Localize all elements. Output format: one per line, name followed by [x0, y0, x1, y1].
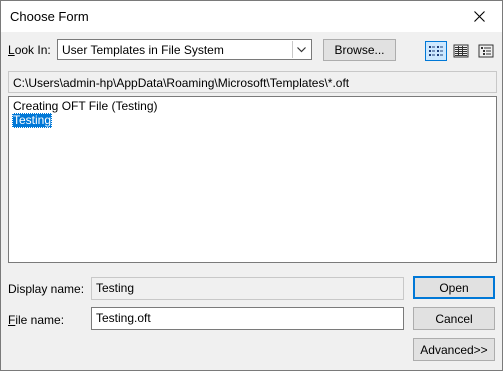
look-in-label: Look In:: [8, 43, 51, 57]
browse-button[interactable]: Browse...: [323, 39, 396, 61]
list-view-button[interactable]: [425, 41, 447, 61]
open-button-label: Open: [439, 280, 469, 295]
title-bar: Choose Form: [1, 1, 502, 32]
list-item-selected[interactable]: Testing: [12, 113, 53, 128]
advanced-button[interactable]: Advanced>>: [413, 338, 495, 361]
display-name-field: Testing: [91, 277, 404, 300]
cancel-button[interactable]: Cancel: [413, 307, 495, 330]
list-item-label: Testing: [13, 113, 52, 127]
display-name-label: Display name:: [8, 282, 85, 296]
path-bar: C:\Users\admin-hp\AppData\Roaming\Micros…: [8, 71, 497, 93]
advanced-button-label: Advanced>>: [420, 342, 488, 357]
look-in-value: User Templates in File System: [62, 43, 224, 57]
details-view-icon: [453, 44, 469, 58]
cancel-button-label: Cancel: [435, 311, 473, 326]
properties-view-button[interactable]: [475, 41, 497, 61]
list-view-icon: [429, 46, 443, 56]
display-name-value: Testing: [96, 281, 135, 295]
dropdown-arrow[interactable]: [292, 41, 310, 58]
open-button[interactable]: Open: [413, 276, 495, 299]
close-icon: [473, 11, 485, 22]
chevron-down-icon: [297, 46, 306, 52]
properties-view-icon: [478, 44, 494, 58]
choose-form-dialog: Choose Form Look In: User Templates in F…: [0, 0, 503, 371]
file-name-label: File name:: [8, 313, 65, 327]
close-button[interactable]: [456, 1, 502, 32]
form-list[interactable]: Creating OFT File (Testing) Testing: [8, 96, 497, 263]
list-item-label: Creating OFT File (Testing): [13, 99, 158, 113]
browse-button-label: Browse...: [334, 43, 385, 57]
list-item[interactable]: Creating OFT File (Testing): [12, 99, 159, 114]
details-view-button[interactable]: [450, 41, 472, 61]
window-title: Choose Form: [10, 9, 89, 24]
file-name-value: Testing.oft: [96, 311, 151, 325]
path-text: C:\Users\admin-hp\AppData\Roaming\Micros…: [13, 76, 350, 90]
look-in-dropdown[interactable]: User Templates in File System: [57, 39, 312, 60]
file-name-input[interactable]: Testing.oft: [91, 307, 404, 330]
